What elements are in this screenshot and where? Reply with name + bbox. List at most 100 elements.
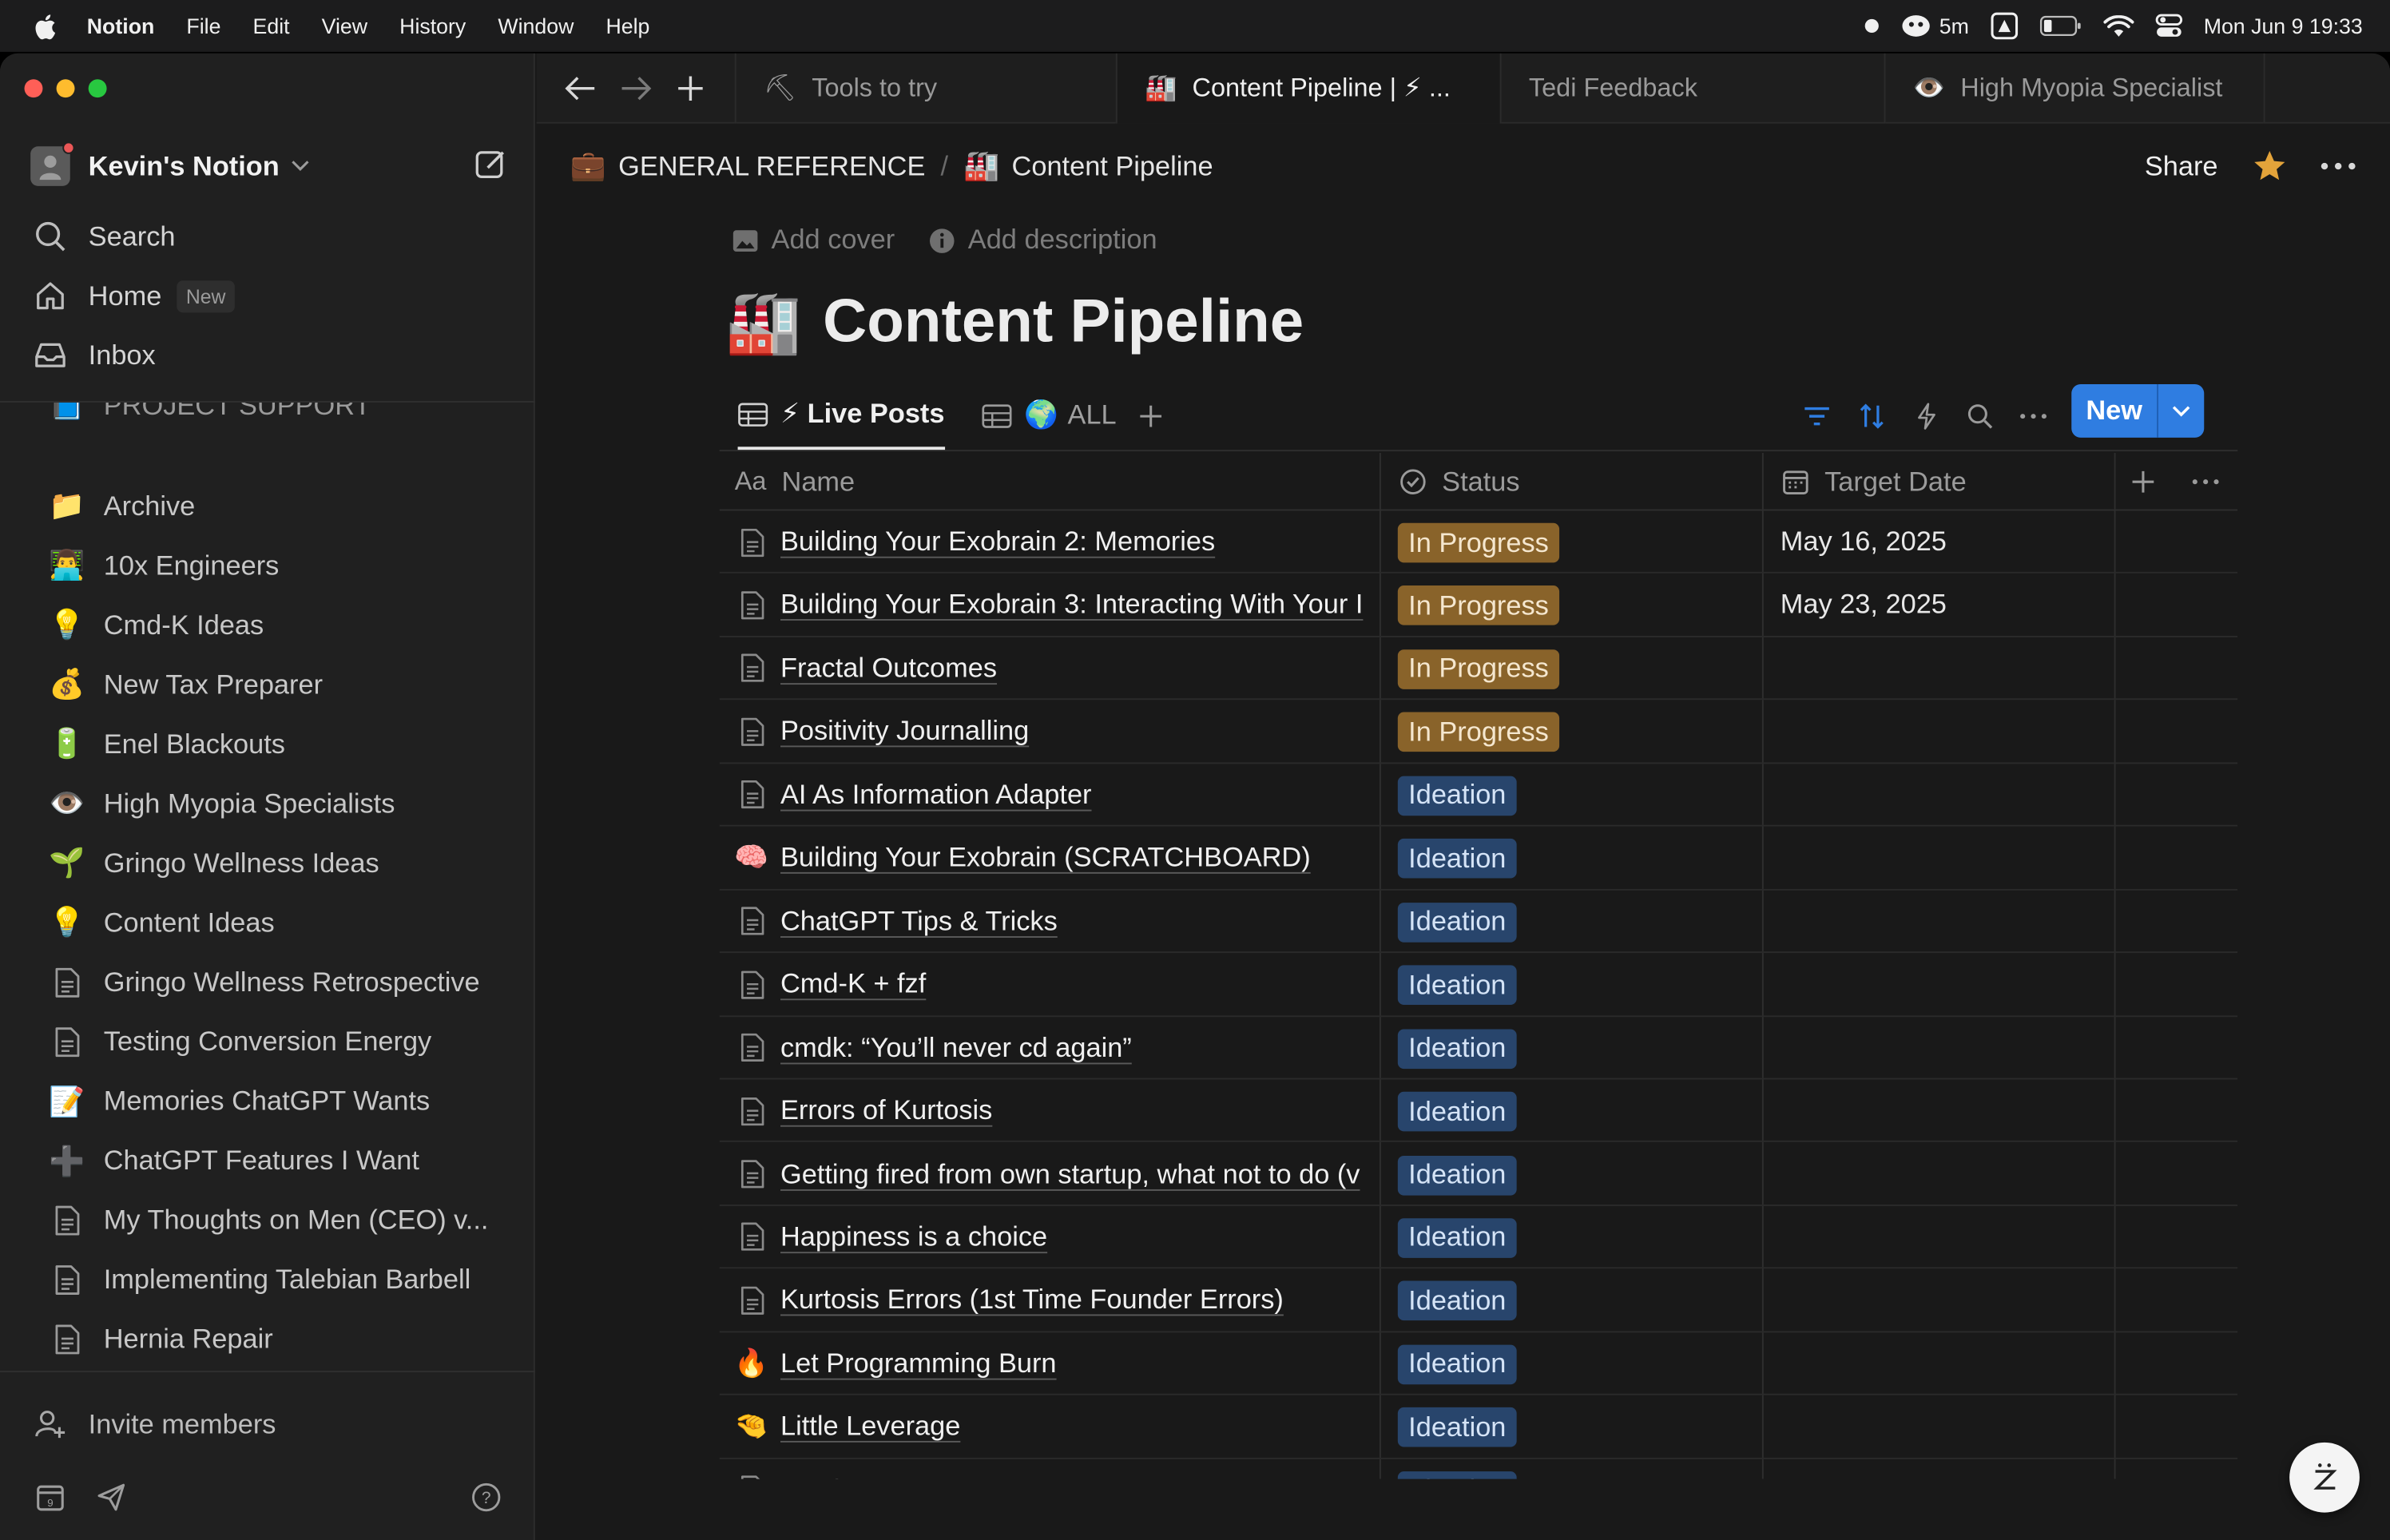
view-more-button[interactable] [2014,396,2054,436]
favorite-button[interactable] [2249,145,2291,187]
tab-content-pipeline[interactable]: 🏭 Content Pipeline | ⚡ ... [1115,53,1500,124]
new-tab-button[interactable] [673,70,709,107]
row-title[interactable]: Happiness is a choice [780,1221,1047,1253]
tab-all[interactable]: 🌍 ALL [982,381,1117,450]
menu-view[interactable]: View [322,14,367,38]
breadcrumb-parent[interactable]: GENERAL REFERENCE [618,150,925,182]
status-badge[interactable]: Ideation [1397,1281,1517,1321]
calendar-button[interactable]: 9 [30,1478,70,1518]
cell-name[interactable]: Positivity Journalling [735,701,1381,763]
sidebar-item-project-support[interactable]: 📘 PROJECT SUPPORT [46,403,371,430]
sidebar-page-item[interactable]: 📁 Archive [46,482,195,530]
cell-name[interactable]: Fractal Outcomes [735,637,1381,700]
row-title[interactable]: Building Your Exobrain 3: Interacting Wi… [780,589,1363,621]
forward-button[interactable] [617,70,654,107]
cell-name[interactable]: cmdk: “You’ll never cd again” [735,1016,1381,1078]
breadcrumb-current[interactable]: Content Pipeline [1012,150,1213,182]
row-title[interactable]: Building Your Exobrain (SCRATCHBOARD) [780,842,1311,874]
invite-members-button[interactable]: Invite members [30,1401,276,1447]
table-row[interactable]: Kurtosis Errors (1st Time Founder Errors… [719,1269,2238,1332]
row-title[interactable]: Cmd-K + fzf [780,968,926,1000]
table-row[interactable]: Positivity Journalling In Progress [719,701,2238,764]
sidebar-item-home[interactable]: Home New [30,272,235,320]
automation-button[interactable] [1907,396,1947,436]
row-title[interactable]: ChatGPT Tips & Tricks [780,905,1058,937]
table-row[interactable]: Building Your Exobrain 2: Memories In Pro… [719,510,2238,574]
cell-name[interactable]: Cmd-K + fzf [735,953,1381,1015]
row-title[interactable]: Kurtosis Errors (1st Time Founder Errors… [780,1284,1284,1316]
table-row[interactable]: cmdk: “You’ll never cd again” Ideation [719,1016,2238,1080]
record-dot-icon[interactable] [1864,18,1880,34]
cell-name[interactable]: Errors of Kurtosis [735,1080,1381,1142]
timer-icon[interactable]: 5m [1901,14,1969,38]
table-row[interactable]: ChatGPT Tips & Tricks Ideation [719,890,2238,954]
sidebar-page-item[interactable]: 👁️ High Myopia Specialists [46,780,395,828]
table-row[interactable]: 🧠 Building Your Exobrain (SCRATCHBOARD) Id… [719,827,2238,891]
column-more-button[interactable] [2192,453,2219,511]
help-button[interactable]: ? [466,1478,506,1518]
sidebar-page-item[interactable]: 💰 New Tax Preparer [46,661,323,709]
table-row[interactable]: AI As Information Adapter Ideation [719,764,2238,827]
cell-name[interactable]: Building Your Exobrain 2: Memories [735,510,1381,573]
tab-tools-to-try[interactable]: ⛏ Tools to try [734,53,1116,124]
add-property-button[interactable] [2131,453,2156,511]
table-row[interactable]: 🔥 Let Programming Burn Ideation [719,1332,2238,1396]
row-title[interactable]: AI As Information Adapter [780,779,1092,811]
table-row[interactable]: Building Your Exobrain 3: Interacting Wi… [719,574,2238,637]
share-button[interactable]: Share [2145,145,2218,187]
table-row[interactable]: Happiness is a choice Ideation [719,1206,2238,1269]
cell-name[interactable]: Kurtosis Errors (1st Time Founder Errors… [735,1269,1381,1332]
row-title[interactable]: Positivity Journalling [780,716,1029,748]
status-badge[interactable]: Ideation [1397,1344,1517,1384]
status-badge[interactable]: In Progress [1397,522,1560,563]
menu-edit[interactable]: Edit [253,14,290,38]
sidebar-page-item[interactable]: Implementing Talebian Barbell [46,1256,470,1304]
sort-button[interactable] [1852,396,1892,436]
table-row[interactable]: Cmd-K + fzf Ideation [719,953,2238,1017]
row-title[interactable]: Little Leverage [780,1411,960,1443]
column-header-name[interactable]: Aa Name [735,453,855,511]
cell-target-date[interactable]: May 23, 2025 [1781,574,1947,637]
factory-icon[interactable]: 🏭 [725,286,801,358]
menu-file[interactable]: File [186,14,220,38]
table-row[interactable]: Magic As A P... Ideation [720,1459,2238,1479]
menubar-clock[interactable]: Mon Jun 9 19:33 [2204,14,2363,38]
sidebar-page-item[interactable]: ➕ ChatGPT Features I Want [46,1137,419,1185]
table-row[interactable]: Getting fired from own startup, what not… [719,1143,2238,1206]
status-badge[interactable]: Ideation [1397,1091,1517,1132]
status-badge[interactable]: Ideation [1397,1471,1517,1479]
status-badge[interactable]: Ideation [1397,1154,1517,1195]
add-description-button[interactable]: Add description [928,224,1157,256]
add-cover-button[interactable]: Add cover [732,224,895,256]
row-title[interactable]: cmdk: “You’ll never cd again” [780,1032,1132,1064]
row-title[interactable]: Fractal Outcomes [780,653,997,685]
sidebar-page-item[interactable]: 💡 Content Ideas [46,899,274,947]
workspace-switcher[interactable]: Kevin's Notion [30,141,511,187]
menu-window[interactable]: Window [498,14,574,38]
sidebar-page-item[interactable]: Hernia Repair [46,1316,273,1364]
status-badge[interactable]: Ideation [1397,965,1517,1006]
minimize-window-button[interactable] [56,79,75,98]
table-row[interactable]: Fractal Outcomes In Progress [719,637,2238,701]
status-badge[interactable]: Ideation [1397,1028,1517,1069]
row-title[interactable]: Building Your Exobrain 2: Memories [780,526,1215,558]
status-badge[interactable]: Ideation [1397,1407,1517,1448]
cell-name[interactable]: AI As Information Adapter [735,764,1381,826]
page-more-button[interactable] [2317,145,2359,187]
sidebar-page-item[interactable]: 🌱 Gringo Wellness Ideas [46,839,379,887]
row-title[interactable]: Errors of Kurtosis [780,1095,992,1127]
new-button-label[interactable]: New [2071,384,2159,438]
notion-ai-button[interactable] [2289,1442,2360,1513]
column-header-status[interactable]: Status [1399,453,1520,511]
table-row[interactable]: 🤏 Little Leverage Ideation [719,1395,2238,1459]
sidebar-page-item[interactable]: 🔋 Enel Blackouts [46,720,285,768]
wifi-icon[interactable] [2102,14,2134,38]
new-page-button[interactable] [471,145,511,185]
row-title[interactable]: Let Programming Burn [780,1348,1057,1379]
sidebar-page-item[interactable]: 💡 Cmd-K Ideas [46,601,264,649]
page-title[interactable]: 🏭 Content Pipeline [725,282,1304,361]
new-dropdown-button[interactable] [2158,384,2204,438]
cell-name[interactable]: 🤏 Little Leverage [735,1395,1381,1458]
row-title[interactable]: Magic As A P... [780,1474,960,1478]
battery-icon[interactable] [2039,15,2082,37]
